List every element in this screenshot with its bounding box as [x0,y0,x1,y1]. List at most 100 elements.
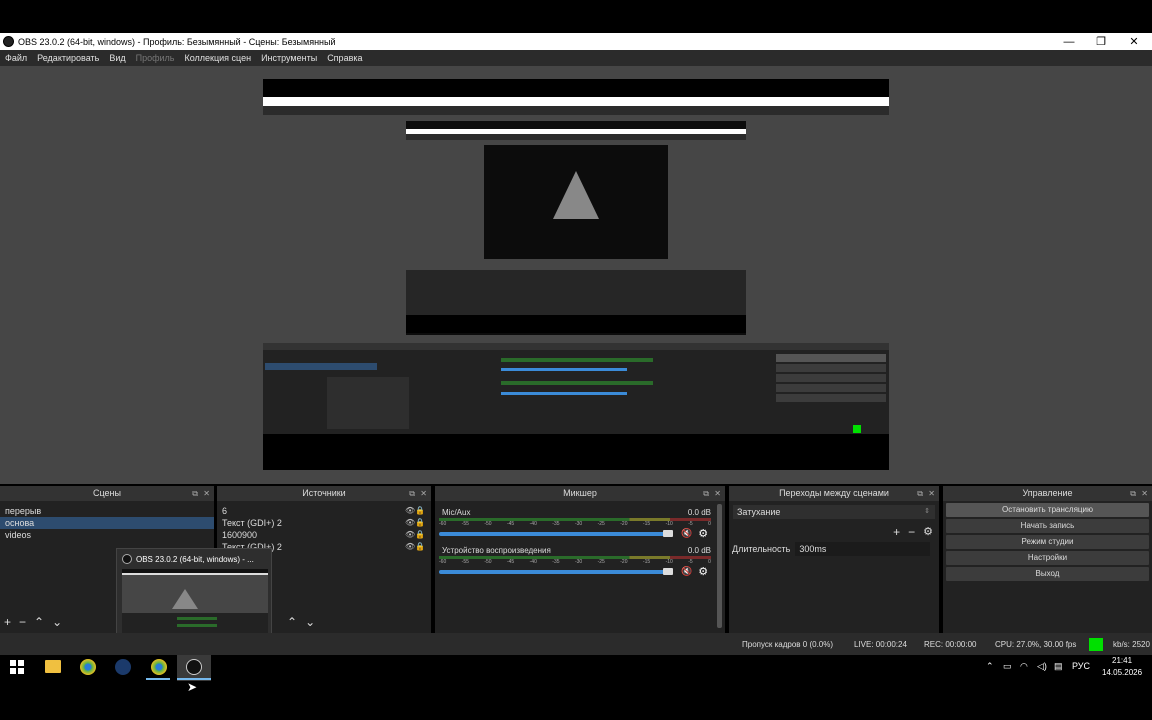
visibility-eye-icon[interactable]: 👁🔒 [405,541,427,553]
cpu-status: CPU: 27.0%, 30.00 fps [995,640,1077,649]
controls-title: Управление [1022,488,1073,498]
file-explorer-icon[interactable] [45,660,61,673]
dock-close-icon[interactable]: ✕ [1141,486,1148,501]
preview-canvas[interactable] [263,79,889,470]
popup-thumbnail [122,569,268,643]
dock-float-icon[interactable]: ⧉ [409,486,415,501]
mute-speaker-icon[interactable]: 🔇 [681,528,692,539]
dock-float-icon[interactable]: ⧉ [192,486,198,501]
track-db: 0.0 dB [687,508,711,517]
transition-select-value: Затухание [737,507,781,517]
tray-expand-icon[interactable]: ⌃ [986,661,994,672]
duration-label: Длительность [732,544,791,554]
stop-streaming-button[interactable]: Остановить трансляцию [946,503,1149,517]
dock-float-icon[interactable]: ⧉ [917,486,923,501]
window-title: OBS 23.0.2 (64-bit, windows) - Профиль: … [18,36,336,47]
add-transition-icon[interactable]: + [893,525,900,539]
move-down-icon[interactable]: ⌄ [52,615,62,629]
windows-start-icon[interactable] [10,660,24,674]
sources-title: Источники [302,488,346,498]
scenes-dock-header: Сцены ⧉ ✕ [0,486,214,501]
track-db: 0.0 dB [687,546,711,555]
obs-app-icon[interactable] [186,659,202,675]
scene-item[interactable]: videos [0,529,214,541]
steam-icon[interactable] [115,659,131,675]
menu-bar: Файл Редактировать Вид Профиль Коллекция… [0,50,1152,66]
mixer-track: Mic/Aux 0.0 dB -60 -55 -50 -45 -40 -35 -30 -25-… [435,508,725,540]
studio-mode-button[interactable]: Режим студии [946,535,1149,549]
active-app-indicator [146,678,170,680]
settings-button[interactable]: Настройки [946,551,1149,565]
mixer-track: Устройство воспроизведения 0.0 dB -60 -55… [435,546,725,578]
dock-float-icon[interactable]: ⧉ [1130,486,1136,501]
dropped-frames-status: Пропуск кадров 0 (0.0%) [742,640,834,649]
move-down-icon[interactable]: ⌄ [305,615,315,629]
menu-profile[interactable]: Профиль [131,53,180,63]
popup-title: OBS 23.0.2 (64-bit, windows) - ... [136,554,254,564]
menu-edit[interactable]: Редактировать [32,53,104,63]
mouse-cursor-icon: ➤ [187,680,198,694]
menu-view[interactable]: Вид [104,53,130,63]
volume-icon[interactable]: ◁) [1037,661,1047,672]
mixer-scrollbar[interactable] [717,504,722,628]
bitrate-status: kb/s: 2520 [1113,640,1150,649]
dock-close-icon[interactable]: ✕ [928,486,935,501]
gear-icon[interactable]: ⚙ [698,565,708,578]
windows-taskbar [0,655,1152,720]
remove-transition-icon[interactable]: − [908,525,915,539]
preview-recursive-image [263,79,889,470]
notification-icon[interactable]: ▤ [1054,661,1063,672]
chrome-browser-icon[interactable] [151,659,167,675]
menu-file[interactable]: Файл [0,53,32,63]
transitions-dock-header: Переходы между сценами ⧉ ✕ [729,486,939,501]
rec-time-status: REC: 00:00:00 [924,640,977,649]
source-item[interactable]: Текст (GDI+) 2 [217,517,431,529]
exit-button[interactable]: Выход [946,567,1149,581]
menu-tools[interactable]: Инструменты [256,53,322,63]
source-item[interactable]: 6 [217,505,431,517]
visibility-eye-icon[interactable]: 👁🔒 [405,529,427,541]
menu-scene-collection[interactable]: Коллекция сцен [179,53,256,63]
obs-logo-icon [3,36,14,47]
transitions-dock: Переходы между сценами ⧉ ✕ Затухание ⇕ +… [729,486,939,633]
window-titlebar: OBS 23.0.2 (64-bit, windows) - Профиль: … [0,33,1152,50]
maximize-button[interactable]: ❐ [1084,33,1118,50]
remove-scene-icon[interactable]: − [19,615,26,629]
transition-select[interactable]: Затухание ⇕ [733,505,935,519]
scene-item-selected[interactable]: основа [0,517,214,529]
controls-dock: Управление ⧉ ✕ Остановить трансляцию Нач… [943,486,1152,633]
duration-value: 300ms [799,544,827,554]
move-up-icon[interactable]: ⌃ [34,615,44,629]
dock-close-icon[interactable]: ✕ [420,486,427,501]
chrome-browser-icon[interactable] [80,659,96,675]
add-scene-icon[interactable]: + [4,615,11,629]
screen-top-black [0,0,1152,33]
close-button[interactable]: ✕ [1117,33,1151,50]
input-language[interactable]: РУС [1072,661,1090,671]
volume-slider[interactable] [439,567,673,575]
scenes-title: Сцены [93,488,121,498]
visibility-eye-icon[interactable]: 👁🔒 [405,517,427,529]
controls-dock-header: Управление ⧉ ✕ [943,486,1152,501]
source-item[interactable]: 1600900 [217,529,431,541]
scene-item[interactable]: перерыв [0,505,214,517]
dock-close-icon[interactable]: ✕ [714,486,721,501]
dock-close-icon[interactable]: ✕ [203,486,210,501]
wifi-icon[interactable]: ◠ [1020,661,1028,672]
menu-help[interactable]: Справка [322,53,367,63]
minimize-button[interactable]: — [1052,33,1086,50]
mute-speaker-icon[interactable]: 🔇 [681,566,692,577]
duration-spinbox[interactable]: 300ms [795,542,931,556]
volume-slider[interactable] [439,529,673,537]
obs-logo-icon [122,554,132,564]
visibility-eye-icon[interactable]: 👁🔒 [405,505,427,517]
clock-date[interactable]: 14.05.2026 [1102,668,1142,677]
clock-time[interactable]: 21:41 [1112,656,1132,665]
gear-icon[interactable]: ⚙ [923,525,933,539]
battery-icon[interactable]: ▭ [1003,661,1012,672]
move-up-icon[interactable]: ⌃ [287,615,297,629]
dock-float-icon[interactable]: ⧉ [703,486,709,501]
live-time-status: LIVE: 00:00:24 [854,640,907,649]
start-recording-button[interactable]: Начать запись [946,519,1149,533]
gear-icon[interactable]: ⚙ [698,527,708,540]
